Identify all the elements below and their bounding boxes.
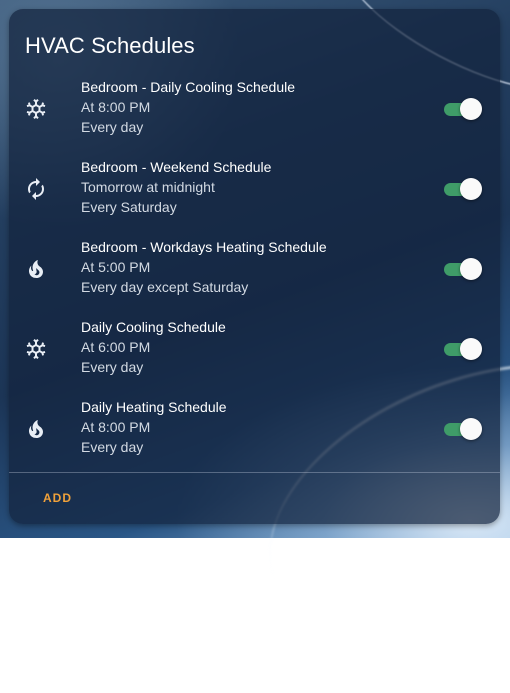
schedule-enabled-toggle[interactable] bbox=[444, 418, 482, 440]
schedule-row[interactable]: Daily Cooling Schedule At 6:00 PM Every … bbox=[9, 319, 500, 391]
schedule-enabled-toggle[interactable] bbox=[444, 98, 482, 120]
snowflake-icon bbox=[24, 337, 48, 361]
schedule-row[interactable]: Bedroom - Weekend Schedule Tomorrow at m… bbox=[9, 159, 500, 231]
schedule-time: At 8:00 PM bbox=[81, 419, 151, 435]
schedule-name: Bedroom - Workdays Heating Schedule bbox=[81, 239, 327, 255]
toggle-knob bbox=[460, 258, 482, 280]
card-actions-divider bbox=[9, 472, 500, 473]
schedule-time: At 5:00 PM bbox=[81, 259, 151, 275]
schedule-name: Bedroom - Weekend Schedule bbox=[81, 159, 272, 175]
schedule-row[interactable]: Daily Heating Schedule At 8:00 PM Every … bbox=[9, 399, 500, 471]
schedule-time: Tomorrow at midnight bbox=[81, 179, 215, 195]
toggle-knob bbox=[460, 178, 482, 200]
fire-icon bbox=[24, 257, 48, 281]
schedule-name: Daily Cooling Schedule bbox=[81, 319, 226, 335]
schedule-repeat: Every day bbox=[81, 119, 144, 135]
schedule-name: Bedroom - Daily Cooling Schedule bbox=[81, 79, 295, 95]
toggle-knob bbox=[460, 418, 482, 440]
toggle-knob bbox=[460, 98, 482, 120]
schedule-enabled-toggle[interactable] bbox=[444, 178, 482, 200]
add-schedule-button[interactable]: ADD bbox=[43, 491, 72, 505]
schedule-row[interactable]: Bedroom - Daily Cooling Schedule At 8:00… bbox=[9, 79, 500, 151]
hvac-schedules-card: HVAC Schedules Bedroom - Daily Cooling S… bbox=[9, 9, 500, 524]
schedule-name: Daily Heating Schedule bbox=[81, 399, 227, 415]
schedule-repeat: Every Saturday bbox=[81, 199, 177, 215]
schedule-repeat: Every day bbox=[81, 359, 144, 375]
card-title: HVAC Schedules bbox=[25, 33, 195, 58]
schedule-repeat: Every day bbox=[81, 439, 144, 455]
fire-icon bbox=[24, 417, 48, 441]
schedule-time: At 8:00 PM bbox=[81, 99, 151, 115]
toggle-knob bbox=[460, 338, 482, 360]
autorenew-icon bbox=[24, 177, 48, 201]
schedule-repeat: Every day except Saturday bbox=[81, 279, 249, 295]
schedule-enabled-toggle[interactable] bbox=[444, 258, 482, 280]
snowflake-icon bbox=[24, 97, 48, 121]
schedule-time: At 6:00 PM bbox=[81, 339, 151, 355]
schedule-row[interactable]: Bedroom - Workdays Heating Schedule At 5… bbox=[9, 239, 500, 311]
schedule-enabled-toggle[interactable] bbox=[444, 338, 482, 360]
